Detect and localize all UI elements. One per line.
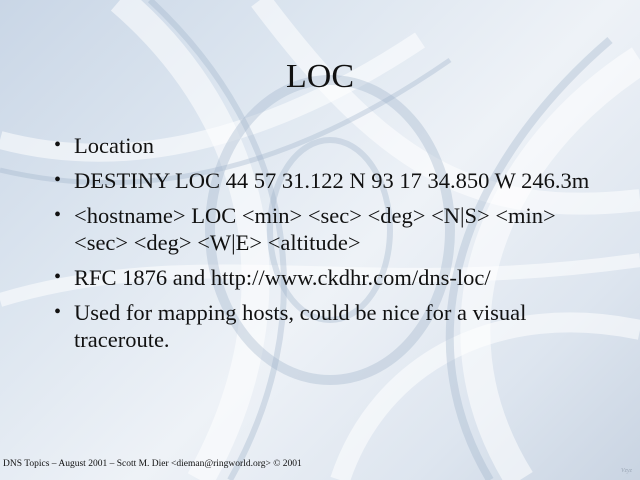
slide-footer: DNS Topics – August 2001 – Scott M. Dier… bbox=[3, 459, 302, 469]
slide-title: LOC bbox=[286, 58, 354, 95]
bullet-marker: • bbox=[54, 301, 62, 323]
bullet-item: • Location bbox=[52, 132, 612, 159]
bullet-item: • RFC 1876 and http://www.ckdhr.com/dns-… bbox=[52, 264, 612, 291]
bullet-text: Location bbox=[74, 133, 154, 158]
bullet-text: <hostname> LOC <min> <sec> <deg> <N|S> <… bbox=[74, 203, 556, 255]
bullet-marker: • bbox=[54, 169, 62, 191]
bullet-marker: • bbox=[54, 204, 62, 226]
bullet-item: • <hostname> LOC <min> <sec> <deg> <N|S>… bbox=[52, 202, 612, 256]
bullet-text: Used for mapping hosts, could be nice fo… bbox=[74, 300, 527, 352]
bullet-text: RFC 1876 and http://www.ckdhr.com/dns-lo… bbox=[74, 265, 491, 290]
corner-watermark: Vzyz bbox=[621, 468, 632, 474]
bullet-list: • Location • DESTINY LOC 44 57 31.122 N … bbox=[52, 132, 612, 361]
bullet-marker: • bbox=[54, 134, 62, 156]
bullet-text: DESTINY LOC 44 57 31.122 N 93 17 34.850 … bbox=[74, 168, 590, 193]
bullet-item: • DESTINY LOC 44 57 31.122 N 93 17 34.85… bbox=[52, 167, 612, 194]
bullet-marker: • bbox=[54, 266, 62, 288]
bullet-item: • Used for mapping hosts, could be nice … bbox=[52, 299, 612, 353]
